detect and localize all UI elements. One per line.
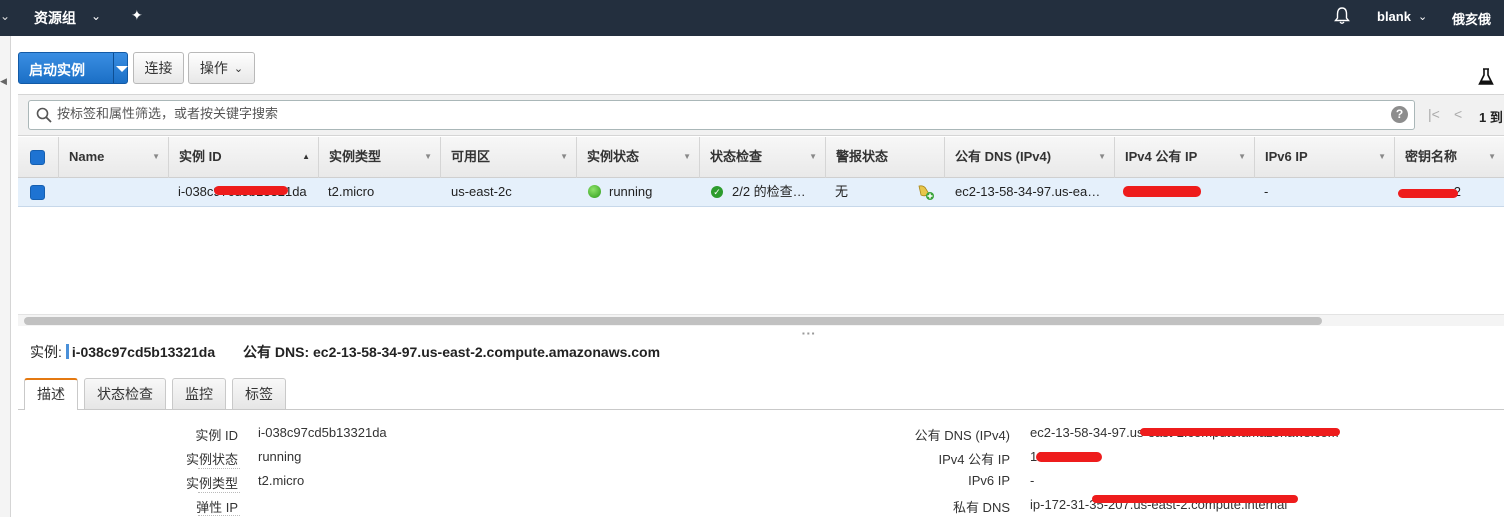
redaction-mark [1140,428,1340,436]
account-menu[interactable]: blank [1377,9,1411,24]
column-header-status-checks[interactable]: 状态检查 ▼ [699,137,825,178]
first-page-icon[interactable]: |< [1428,106,1440,122]
detail-value: t2.micro [258,473,305,488]
cell-status-checks: 2/2 的检查… [732,184,806,199]
column-header-ipv6-ip[interactable]: IPv6 IP ▼ [1254,137,1394,178]
sort-icon[interactable]: ▼ [683,137,691,177]
scrollbar-thumb[interactable] [24,317,1322,325]
cell-availability-zone: us-east-2c [451,184,512,199]
column-header-instance-type[interactable]: 实例类型 ▼ [318,137,440,178]
tab-status-checks[interactable]: 状态检查 [84,378,166,409]
sort-icon[interactable]: ▼ [424,137,432,177]
tab-monitoring[interactable]: 监控 [172,378,226,409]
sort-icon[interactable]: ▼ [152,137,160,177]
flask-icon[interactable] [1478,68,1494,86]
button-divider [113,53,114,83]
expand-sidebar-icon[interactable]: ◀ [0,76,7,87]
detail-value: running [258,449,302,464]
redaction-mark [1036,452,1102,462]
column-header-instance-id[interactable]: 实例 ID ▲ [168,137,318,178]
services-chevron-icon[interactable]: ⌄ [0,9,10,23]
detail-key: 私有 DNS [952,500,1010,515]
row-checkbox[interactable] [30,185,45,200]
divider [198,515,240,516]
cell-name [68,178,168,207]
sort-icon[interactable]: ▼ [1378,137,1386,177]
column-header-public-dns[interactable]: 公有 DNS (IPv4) ▼ [944,137,1114,178]
column-header-key-name[interactable]: 密钥名称 ▼ [1394,137,1504,178]
redaction-mark [1123,186,1201,197]
region-menu[interactable]: 俄亥俄 [1452,9,1491,28]
public-dns-value: ec2-13-58-34-97.us-east-2.compute.amazon… [313,344,661,360]
chevron-down-icon[interactable]: ⌄ [1418,10,1427,23]
sort-ascending-icon[interactable]: ▲ [302,137,310,177]
chevron-down-icon: ⌄ [233,62,244,75]
select-all-checkbox[interactable] [30,150,45,165]
cell-alarm-status: 无 [835,184,849,199]
horizontal-scrollbar[interactable] [18,314,1504,326]
cell-instance-type: t2.micro [328,184,375,199]
sort-icon[interactable]: ▼ [809,137,817,177]
filter-bar: ? |< < 1 到 [18,94,1504,136]
detail-value: - [1030,473,1035,488]
check-icon: ✓ [711,186,723,198]
sort-icon[interactable]: ▼ [1238,137,1246,177]
detail-key: 实例 ID [195,428,238,443]
detail-key: 公有 DNS (IPv4) [914,428,1010,443]
divider [198,492,240,493]
tabs-underline [18,409,1504,410]
search-icon [36,107,52,123]
filter-search-input[interactable] [57,106,1357,121]
column-header-name[interactable]: Name ▼ [58,137,168,178]
launch-instance-button[interactable]: 启动实例 [18,52,128,84]
column-header-alarm-status[interactable]: 警报状态 [825,137,944,178]
cell-public-dns: ec2-13-58-34-97.us-ea… [955,184,1101,199]
detail-key: 弹性 IP [196,500,238,515]
filter-search-box[interactable]: ? [28,100,1415,130]
detail-value: i-038c97cd5b13321da [258,425,387,440]
instance-id: i-038c97cd5b13321da [71,344,216,360]
instances-table-header: Name ▼ 实例 ID ▲ 实例类型 ▼ 可用区 ▼ 实例状态 ▼ 状态检查 ▼ 警报状态… [18,137,1504,178]
color-bar [65,344,69,359]
detail-header: 实例: i-038c97cd5b13321da 公有 DNS: ec2-13-58… [30,342,660,362]
detail-key: 实例状态 [185,452,238,467]
column-header-availability-zone[interactable]: 可用区 ▼ [440,137,576,178]
cell-instance-state: running [609,184,653,199]
sort-icon[interactable]: ▼ [560,137,568,177]
tab-tags[interactable]: 标签 [232,378,286,409]
resource-groups-menu[interactable]: 资源组 [34,8,76,28]
prev-page-icon[interactable]: < [1454,106,1462,122]
bell-icon[interactable] [1334,7,1350,25]
public-dns-label: 公有 DNS: [243,344,310,360]
connect-button[interactable]: 连接 [133,52,184,84]
caret-down-icon[interactable] [116,66,128,72]
pin-icon[interactable]: ✦ [131,7,143,24]
pager-range: 1 到 [1479,110,1503,125]
add-alarm-icon[interactable] [917,183,935,201]
divider [198,468,240,469]
detail-key: 实例类型 [185,476,238,491]
running-status-icon [588,185,601,198]
detail-key: IPv6 IP [968,473,1010,488]
instance-label: 实例: [30,344,62,360]
detail-key: IPv4 公有 IP [938,452,1010,467]
chevron-down-icon[interactable]: ⌄ [91,9,101,23]
tab-description[interactable]: 描述 [24,378,78,410]
sort-icon[interactable]: ▼ [1488,137,1496,177]
redaction-mark [1398,189,1458,198]
redaction-mark [214,186,288,195]
sort-icon[interactable]: ▼ [1098,137,1106,177]
top-nav: ⌄ 资源组 ⌄ ✦ blank ⌄ 俄亥俄 [0,0,1504,36]
table-row[interactable]: i-038c97cd5b13321da t2.micro us-east-2c … [18,178,1504,207]
launch-instance-label: 启动实例 [29,62,85,78]
actions-button[interactable]: 操作 ⌄ [188,52,255,84]
cell-ipv6-ip: - [1264,184,1269,199]
column-header-ipv4-public-ip[interactable]: IPv4 公有 IP ▼ [1114,137,1254,178]
help-icon[interactable]: ? [1391,106,1408,123]
resize-handle[interactable]: ▪▪▪ [802,329,817,338]
column-header-instance-state[interactable]: 实例状态 ▼ [576,137,699,178]
redaction-mark [1092,495,1298,503]
sidebar-collapsed[interactable]: ◀ [0,36,11,517]
actions-label: 操作 [199,60,228,76]
